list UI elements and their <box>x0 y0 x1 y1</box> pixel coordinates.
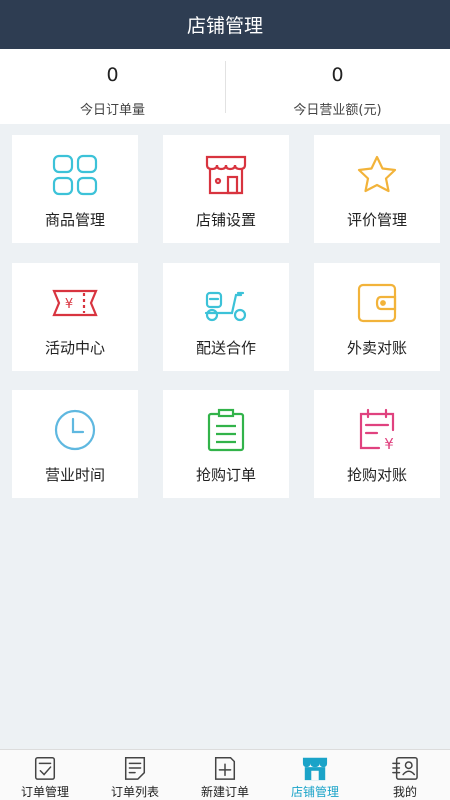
star-icon <box>357 155 397 193</box>
tile-label: 配送合作 <box>195 339 256 357</box>
stat-revenue-value: 0 <box>331 64 344 86</box>
clock-icon <box>54 409 96 451</box>
tile-takeout-reconciliation[interactable]: 外卖对账 <box>314 263 440 371</box>
order-list-icon <box>124 757 146 780</box>
header-bar: 店铺管理 <box>0 0 450 49</box>
bill-icon: ¥ <box>359 408 395 452</box>
tile-label: 商品管理 <box>44 211 105 229</box>
tab-label: 新建订单 <box>200 785 249 799</box>
profile-icon <box>392 757 418 780</box>
tile-label: 营业时间 <box>44 466 105 484</box>
tile-store-settings[interactable]: 店铺设置 <box>163 135 289 243</box>
tab-label: 我的 <box>392 785 417 799</box>
svg-text:¥: ¥ <box>65 297 73 312</box>
grid-icon <box>52 154 98 196</box>
shop-icon <box>302 757 328 781</box>
tab-new-order[interactable]: 新建订单 <box>180 750 270 800</box>
tile-label: 活动中心 <box>44 339 105 357</box>
tile-flash-sale-reconciliation[interactable]: ¥ 抢购对账 <box>314 390 440 498</box>
tile-review-management[interactable]: 评价管理 <box>314 135 440 243</box>
new-order-icon <box>214 757 236 780</box>
order-manage-icon <box>34 757 56 780</box>
stat-revenue-label: 今日营业额(元) <box>293 103 382 118</box>
tile-product-management[interactable]: 商品管理 <box>12 135 138 243</box>
svg-text:¥: ¥ <box>384 435 394 452</box>
tile-label: 评价管理 <box>346 211 407 229</box>
tab-label: 订单管理 <box>20 785 69 799</box>
wallet-icon <box>357 283 397 323</box>
ticket-icon: ¥ <box>52 289 98 317</box>
bottom-tab-bar: 订单管理 订单列表 新建订单 店铺管理 我的 <box>0 749 450 800</box>
stats-divider <box>225 61 226 113</box>
tile-label: 抢购对账 <box>346 466 407 484</box>
scooter-icon <box>204 291 247 322</box>
tab-store-management[interactable]: 店铺管理 <box>270 750 360 800</box>
tile-activity-center[interactable]: ¥ 活动中心 <box>12 263 138 371</box>
tile-label: 店铺设置 <box>195 211 256 229</box>
tab-profile[interactable]: 我的 <box>360 750 450 800</box>
stat-revenue-today: 0 今日营业额(元) <box>225 49 450 124</box>
clipboard-icon <box>207 408 245 452</box>
storefront-icon <box>205 155 247 195</box>
tile-label: 抢购订单 <box>195 466 256 484</box>
tab-label: 订单列表 <box>110 785 159 799</box>
tile-flash-sale-orders[interactable]: 抢购订单 <box>163 390 289 498</box>
tile-label: 外卖对账 <box>346 339 407 357</box>
tab-order-management[interactable]: 订单管理 <box>0 750 90 800</box>
stat-orders-value: 0 <box>106 64 119 86</box>
stat-orders-today: 0 今日订单量 <box>0 49 225 124</box>
tab-label: 店铺管理 <box>290 785 339 799</box>
stats-panel: 0 今日订单量 0 今日营业额(元) <box>0 49 450 124</box>
tile-business-hours[interactable]: 营业时间 <box>12 390 138 498</box>
page-title: 店铺管理 <box>186 15 263 37</box>
stat-orders-label: 今日订单量 <box>79 103 145 118</box>
tab-order-list[interactable]: 订单列表 <box>90 750 180 800</box>
tile-delivery-cooperation[interactable]: 配送合作 <box>163 263 289 371</box>
